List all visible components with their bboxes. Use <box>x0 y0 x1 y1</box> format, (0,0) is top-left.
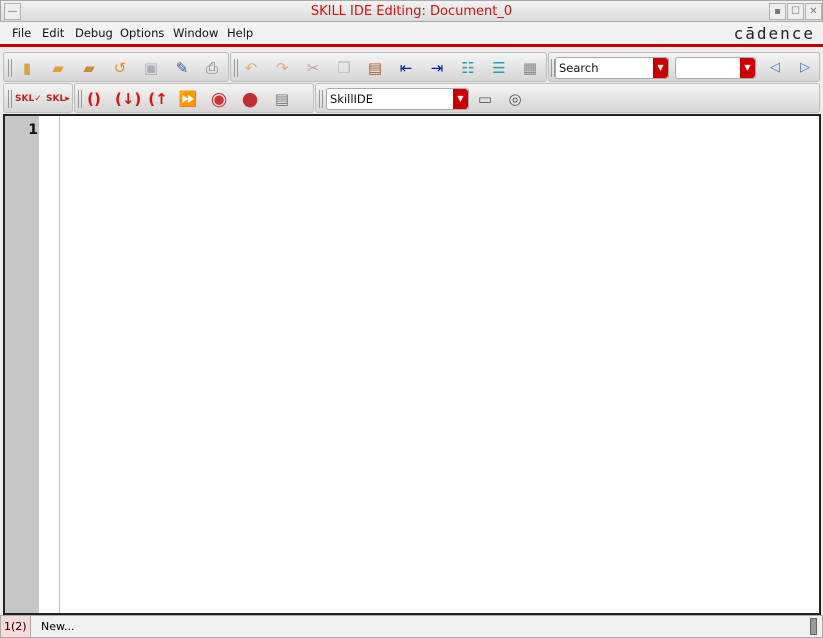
title-bar: — SKILL IDE Editing: Document_0 ▪ ☐ ✕ <box>0 0 823 22</box>
copy-icon[interactable]: ❐ <box>333 57 355 79</box>
code-editor[interactable]: 1 <box>3 114 821 615</box>
status-message: New... <box>41 620 75 633</box>
file-toolbar: ▮ ▰ ▰ ↺ ▣ ✎ ⎙ <box>3 52 229 82</box>
toolbar-grip[interactable] <box>8 59 12 77</box>
load-toolbar: SKL✓ SKL▸ <box>3 83 73 113</box>
load-skill-icon[interactable]: SKL✓ <box>15 88 42 110</box>
indent-icon[interactable]: ⇥ <box>426 57 448 79</box>
open-folder-icon[interactable]: ▰ <box>47 57 69 79</box>
resize-grip[interactable] <box>810 618 817 635</box>
debug-toolbar: () (↓) (↑ ⏩ ◉ ● ▤ <box>74 83 314 113</box>
margin-line <box>59 116 60 613</box>
maximize-button[interactable]: ☐ <box>787 3 804 20</box>
chevron-down-icon[interactable]: ▼ <box>453 89 468 109</box>
unindent-icon[interactable]: ⇤ <box>395 57 417 79</box>
chevron-down-icon[interactable]: ▼ <box>653 58 668 78</box>
undo-icon[interactable]: ↶ <box>240 57 262 79</box>
chevron-down-icon[interactable]: ▼ <box>740 58 755 78</box>
context-toolbar: SkillIDE ▼ ▭ ◎ <box>315 83 820 113</box>
menu-file[interactable]: File <box>12 26 31 40</box>
line-number-gutter: 1 <box>5 116 39 613</box>
accent-divider <box>0 44 823 47</box>
open-folder-add-icon[interactable]: ▰ <box>78 57 100 79</box>
status-bar: 1(2) New... <box>0 615 823 638</box>
uncomment-icon[interactable]: ☰ <box>488 57 510 79</box>
search-combo[interactable]: Search ▼ <box>555 57 669 79</box>
stack-icon[interactable]: ▤ <box>271 88 293 110</box>
stop-icon[interactable]: ◉ <box>208 88 230 110</box>
menu-edit[interactable]: Edit <box>42 26 64 40</box>
save-icon[interactable]: ▣ <box>140 57 162 79</box>
run-skill-icon[interactable]: SKL▸ <box>46 88 70 110</box>
line-number: 1 <box>28 122 38 138</box>
new-file-icon[interactable]: ▮ <box>16 57 38 79</box>
document-count: 1(2) <box>1 616 31 637</box>
find-previous-icon[interactable]: ◁ <box>764 57 786 79</box>
paste-icon[interactable]: ▤ <box>364 57 386 79</box>
search-value: Search <box>559 61 599 75</box>
menu-debug[interactable]: Debug <box>75 26 113 40</box>
window-title: SKILL IDE Editing: Document_0 <box>310 4 513 19</box>
print-icon[interactable]: ⎙ <box>201 57 223 79</box>
toolbar-grip[interactable] <box>319 90 323 108</box>
cadence-logo: cādence <box>733 24 815 43</box>
step-out-icon[interactable]: (↑ <box>147 88 169 110</box>
step-over-icon[interactable]: () <box>83 88 105 110</box>
comment-icon[interactable]: ☷ <box>457 57 479 79</box>
abort-icon[interactable]: ● <box>239 88 261 110</box>
menu-help[interactable]: Help <box>227 26 253 40</box>
watch-remove-icon[interactable]: ◎ <box>504 88 526 110</box>
menu-window[interactable]: Window <box>173 26 218 40</box>
menu-bar: File Edit Debug Options Window Help cāde… <box>0 22 823 44</box>
search-scope-combo[interactable]: ▼ <box>675 57 756 79</box>
cut-icon[interactable]: ✂ <box>302 57 324 79</box>
edit-toolbar: ↶ ↷ ✂ ❐ ▤ ⇤ ⇥ ☷ ☰ ▦ <box>230 52 547 82</box>
find-next-icon[interactable]: ▷ <box>794 57 816 79</box>
continue-icon[interactable]: ⏩ <box>177 88 199 110</box>
minimize-button[interactable]: ▪ <box>769 3 786 20</box>
redo-icon[interactable]: ↷ <box>271 57 293 79</box>
properties-icon[interactable]: ▦ <box>519 57 541 79</box>
menu-options[interactable]: Options <box>120 26 164 40</box>
toolbar-grip[interactable] <box>234 59 238 77</box>
save-as-icon[interactable]: ✎ <box>171 57 193 79</box>
revert-icon[interactable]: ↺ <box>109 57 131 79</box>
save-window-icon[interactable]: ▭ <box>474 88 496 110</box>
search-toolbar: Search ▼ ▼ ◁ ▷ <box>548 52 820 82</box>
toolbar-grip[interactable] <box>8 90 12 108</box>
toolbar-grip[interactable] <box>78 90 82 108</box>
context-combo[interactable]: SkillIDE ▼ <box>326 88 469 110</box>
step-in-icon[interactable]: (↓) <box>115 88 141 110</box>
context-value: SkillIDE <box>330 92 374 106</box>
close-button[interactable]: ✕ <box>805 3 822 20</box>
